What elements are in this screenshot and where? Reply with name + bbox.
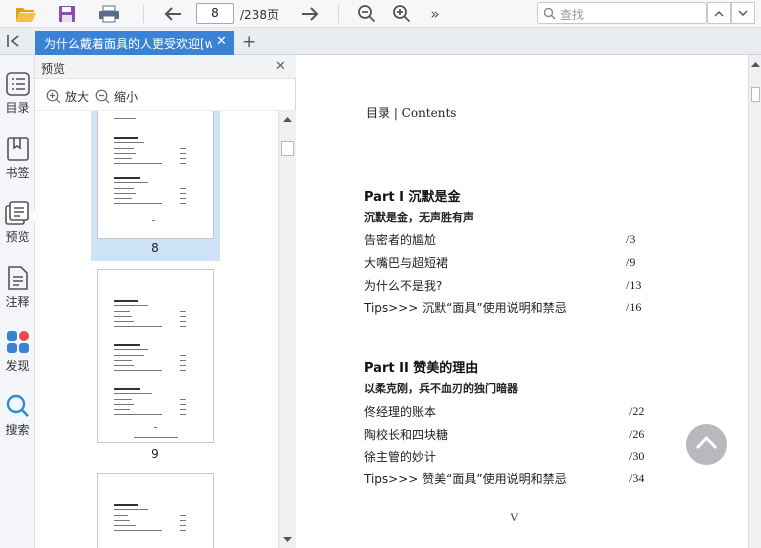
document-tab[interactable]: 为什么戴着面具的人更受欢迎[w ✕ <box>35 31 234 55</box>
toc-entry-page: /3 <box>626 232 636 246</box>
search-next-button[interactable] <box>731 2 755 24</box>
sidebar-item-annotation[interactable]: 注释 <box>0 265 35 325</box>
search-prev-button[interactable] <box>707 2 731 24</box>
toc-entry[interactable]: 佟经理的账本 <box>364 403 436 420</box>
page-thumbnail[interactable] <box>97 111 214 239</box>
document-view: 目录 | Contents Part I 沉默是金 沉默是金，无声胜有声 告密者… <box>296 55 748 548</box>
thumbnail-list: 8 9 <box>35 111 278 548</box>
sidebar-item-bookmark[interactable]: 书签 <box>0 136 35 196</box>
toc-entry[interactable]: 徐主管的妙计 <box>364 448 436 465</box>
tab-bar: 为什么戴着面具的人更受欢迎[w ✕ <box>0 28 761 55</box>
annotation-icon <box>7 266 28 290</box>
sidebar-item-label: 预览 <box>5 230 30 244</box>
print-icon[interactable] <box>97 3 121 25</box>
sidebar-item-toc[interactable]: 目录 <box>0 71 35 131</box>
part-motto: 以柔克刚，兵不血刃的独门暗器 <box>364 382 518 395</box>
close-icon[interactable]: ✕ <box>275 59 286 74</box>
sidebar-item-preview[interactable]: 预览 <box>0 200 35 260</box>
scrollbar-thumb[interactable] <box>751 87 760 102</box>
zoom-out-icon <box>95 89 110 104</box>
toc-entry-page: /30 <box>629 449 645 463</box>
toc-entry[interactable]: 陶校长和四块糖 <box>364 426 448 443</box>
toc-entry-page: /13 <box>626 278 642 292</box>
toc-entry-page: /9 <box>626 255 636 269</box>
toc-entry-page: /34 <box>629 471 645 485</box>
scrollbar-thumb[interactable] <box>281 141 294 156</box>
sidebar-item-discover[interactable]: 发现 <box>0 329 35 389</box>
close-icon[interactable]: ✕ <box>216 35 228 49</box>
zoom-in-button[interactable]: 放大 <box>46 88 89 105</box>
toc-entry[interactable]: Tips>>> 沉默“面具”使用说明和禁忌 <box>364 299 567 316</box>
part-motto: 沉默是金，无声胜有声 <box>364 211 474 224</box>
collapse-sidebar-icon[interactable] <box>6 33 24 49</box>
toc-entry[interactable]: 大嘴巴与超短裙 <box>364 254 448 271</box>
toc-entry[interactable]: 为什么不是我? <box>364 277 442 294</box>
search-box[interactable]: 查找 <box>537 2 707 24</box>
sidebar-item-label: 书签 <box>5 166 30 180</box>
toc-entry-page: /26 <box>629 427 645 441</box>
document-scrollbar[interactable] <box>748 55 761 548</box>
toc-icon <box>5 72 30 96</box>
page-folio: V <box>510 510 519 524</box>
preview-zoom-row: 放大 缩小 <box>35 79 296 111</box>
forward-arrow-icon[interactable] <box>298 3 322 25</box>
zoom-in-icon <box>46 89 61 104</box>
add-tab-icon[interactable]: + <box>242 32 256 52</box>
search-input[interactable]: 查找 <box>560 6 584 23</box>
toc-entry[interactable]: Tips>>> 赞美“面具”使用说明和禁忌 <box>364 470 567 487</box>
more-icon[interactable]: » <box>423 3 447 25</box>
bookmark-icon <box>6 137 29 161</box>
page-number-input[interactable]: 8 <box>196 3 234 24</box>
preview-panel-title: 预览 <box>41 62 66 76</box>
sidebar: 目录 书签 预览 注释 发现 搜索 <box>0 55 35 548</box>
folder-open-icon[interactable] <box>14 3 38 25</box>
toc-entry-page: /22 <box>629 404 645 418</box>
preview-panel: 预览 ✕ 放大 缩小 8 9 <box>35 55 296 548</box>
page-thumbnail[interactable] <box>97 269 214 443</box>
toc-entry-page: /16 <box>626 300 642 314</box>
toc-heading: 目录 | Contents <box>366 106 457 120</box>
page-number-label: 8 <box>151 241 159 255</box>
sidebar-item-label: 注释 <box>5 295 30 309</box>
scroll-to-top-button[interactable] <box>686 424 727 465</box>
thumbnail-scrollbar[interactable] <box>278 111 296 548</box>
page-number-label: 9 <box>151 447 159 461</box>
toc-entry[interactable]: 告密者的尴尬 <box>364 231 436 248</box>
sidebar-item-search[interactable]: 搜索 <box>0 393 35 453</box>
document-tab-label: 为什么戴着面具的人更受欢迎[w <box>44 37 212 51</box>
discover-icon <box>6 331 29 353</box>
search-field-icon <box>543 7 556 20</box>
scroll-up-icon[interactable] <box>751 61 760 67</box>
save-icon[interactable] <box>55 3 79 25</box>
preview-panel-header: 预览 ✕ <box>35 55 296 79</box>
page-thumbnail[interactable] <box>97 473 214 548</box>
main-toolbar: 8 /238页 » 查找 <box>0 0 761 28</box>
zoom-in-label: 放大 <box>65 90 90 104</box>
zoom-out-label: 缩小 <box>114 90 139 104</box>
sidebar-item-label: 发现 <box>5 359 30 373</box>
scroll-down-icon[interactable] <box>283 537 292 543</box>
part-title: Part I 沉默是金 <box>364 190 461 205</box>
chevron-up-icon <box>714 10 724 16</box>
zoom-out-icon[interactable] <box>355 3 379 25</box>
part-title: Part II 赞美的理由 <box>364 361 479 376</box>
zoom-in-icon[interactable] <box>390 3 414 25</box>
scroll-up-icon[interactable] <box>283 116 292 122</box>
preview-icon <box>4 201 29 225</box>
back-arrow-icon[interactable] <box>161 3 185 25</box>
page-total-label: /238页 <box>240 8 279 22</box>
sidebar-item-label: 搜索 <box>5 423 30 437</box>
search-icon <box>6 394 29 417</box>
chevron-up-icon <box>695 435 718 450</box>
chevron-down-icon <box>738 10 748 16</box>
zoom-out-button[interactable]: 缩小 <box>95 88 138 105</box>
document-page: 目录 | Contents Part I 沉默是金 沉默是金，无声胜有声 告密者… <box>296 55 748 548</box>
sidebar-item-label: 目录 <box>5 101 30 115</box>
